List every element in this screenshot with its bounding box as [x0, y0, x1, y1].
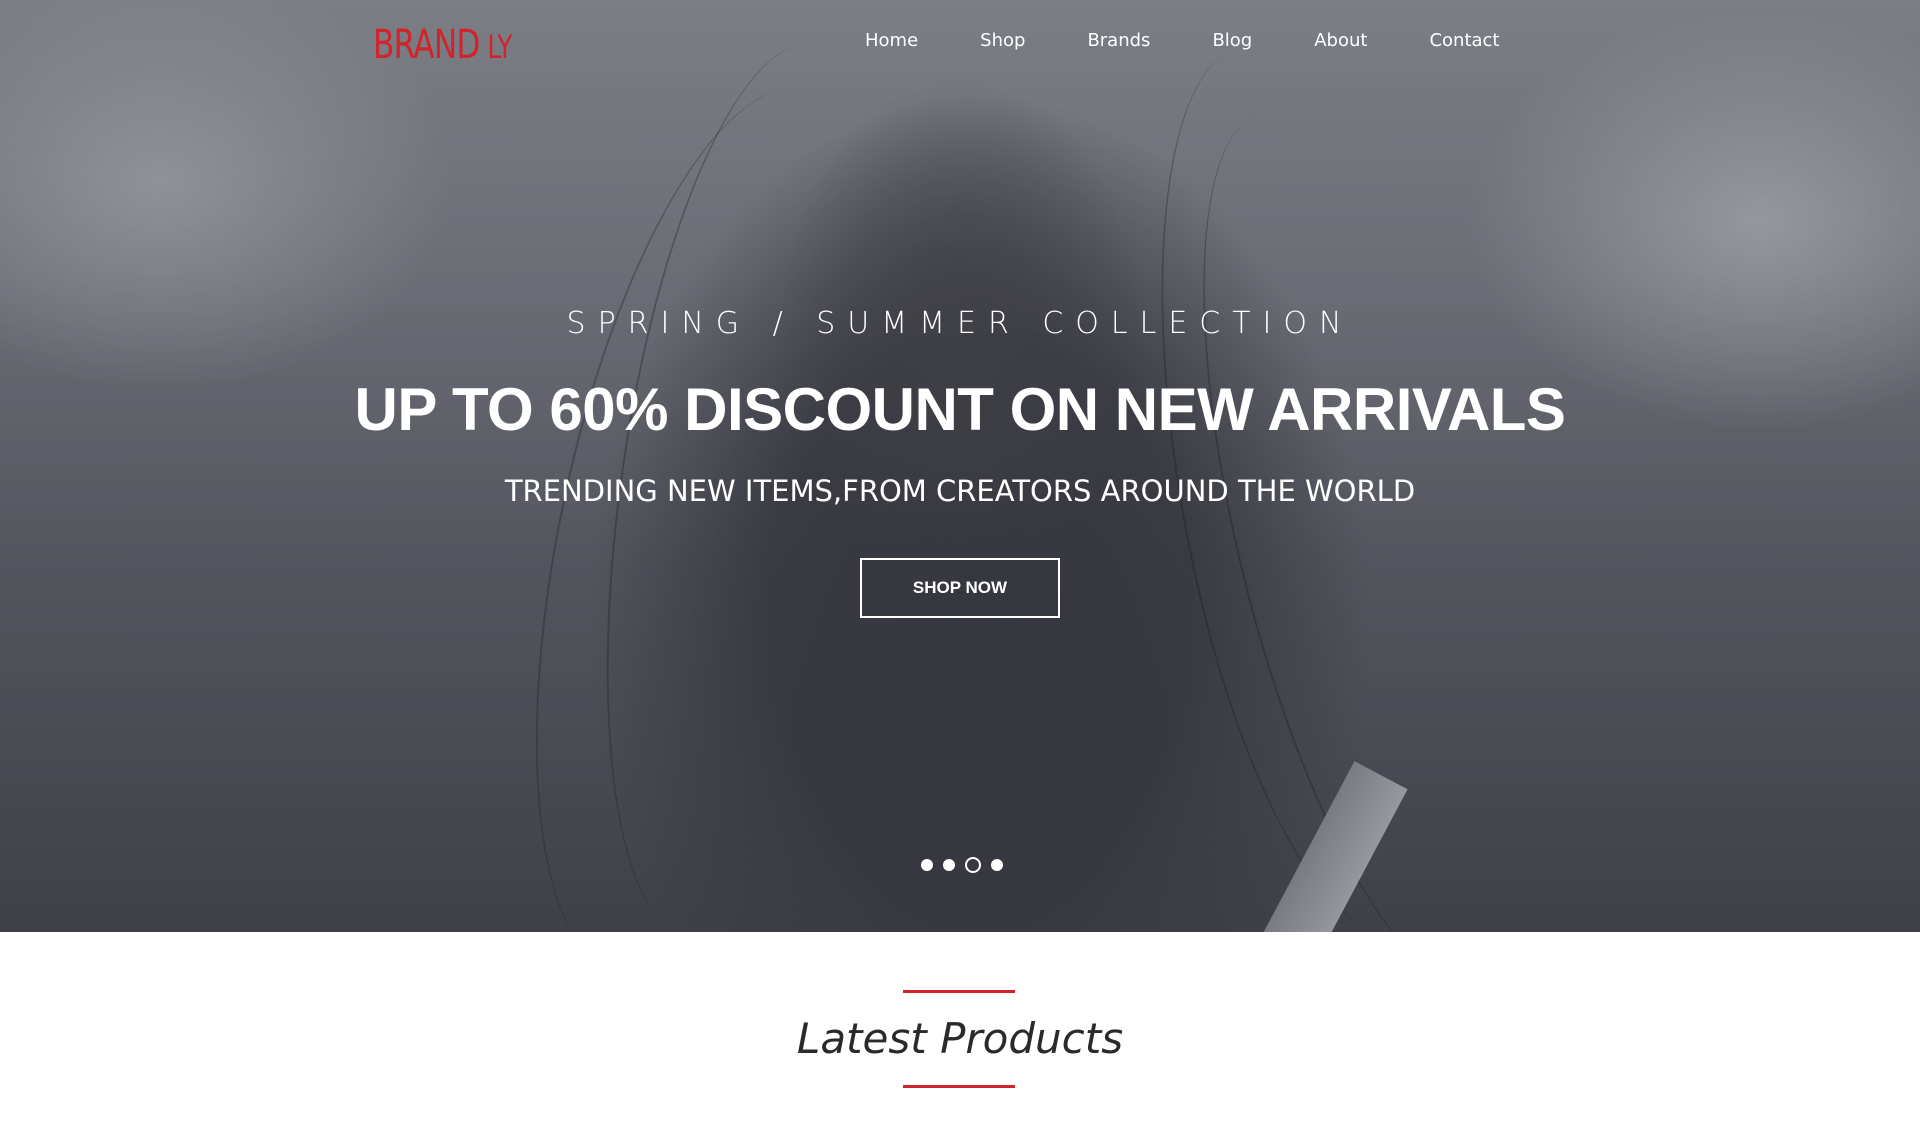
shop-now-button[interactable]: SHOP NOW	[860, 558, 1060, 618]
hero-banner: BRAND LY Home Shop Brands Blog About Con…	[0, 0, 1920, 932]
nav-blog[interactable]: Blog	[1212, 30, 1252, 51]
main-nav: Home Shop Brands Blog About Contact	[865, 30, 1499, 51]
latest-products-section: Latest Products	[0, 932, 1920, 1148]
site-header: BRAND LY Home Shop Brands Blog About Con…	[0, 0, 1920, 90]
brand-logo-suffix: LY	[487, 28, 512, 66]
nav-brands[interactable]: Brands	[1087, 30, 1150, 51]
nav-shop[interactable]: Shop	[980, 30, 1025, 51]
hero-subhead: TRENDING NEW ITEMS,FROM CREATORS AROUND …	[504, 474, 1416, 508]
title-rule-top	[903, 990, 1015, 993]
slider-dot-1[interactable]	[921, 859, 933, 871]
latest-products-title: Latest Products	[796, 1014, 1124, 1063]
brand-logo-main: BRAND	[373, 22, 480, 68]
slider-dot-3-active[interactable]	[965, 857, 981, 873]
slider-dots	[921, 857, 1013, 873]
hero-kicker: SPRING / SUMMER COLLECTION	[566, 306, 1354, 341]
slider-dot-4[interactable]	[991, 859, 1003, 871]
slider-dot-2[interactable]	[943, 859, 955, 871]
hero-headline: UP TO 60% DISCOUNT ON NEW ARRIVALS	[354, 376, 1566, 443]
nav-home[interactable]: Home	[865, 30, 918, 51]
nav-about[interactable]: About	[1314, 30, 1367, 51]
nav-contact[interactable]: Contact	[1429, 30, 1499, 51]
title-rule-bottom	[903, 1085, 1015, 1088]
brand-logo[interactable]: BRAND LY	[373, 22, 512, 68]
